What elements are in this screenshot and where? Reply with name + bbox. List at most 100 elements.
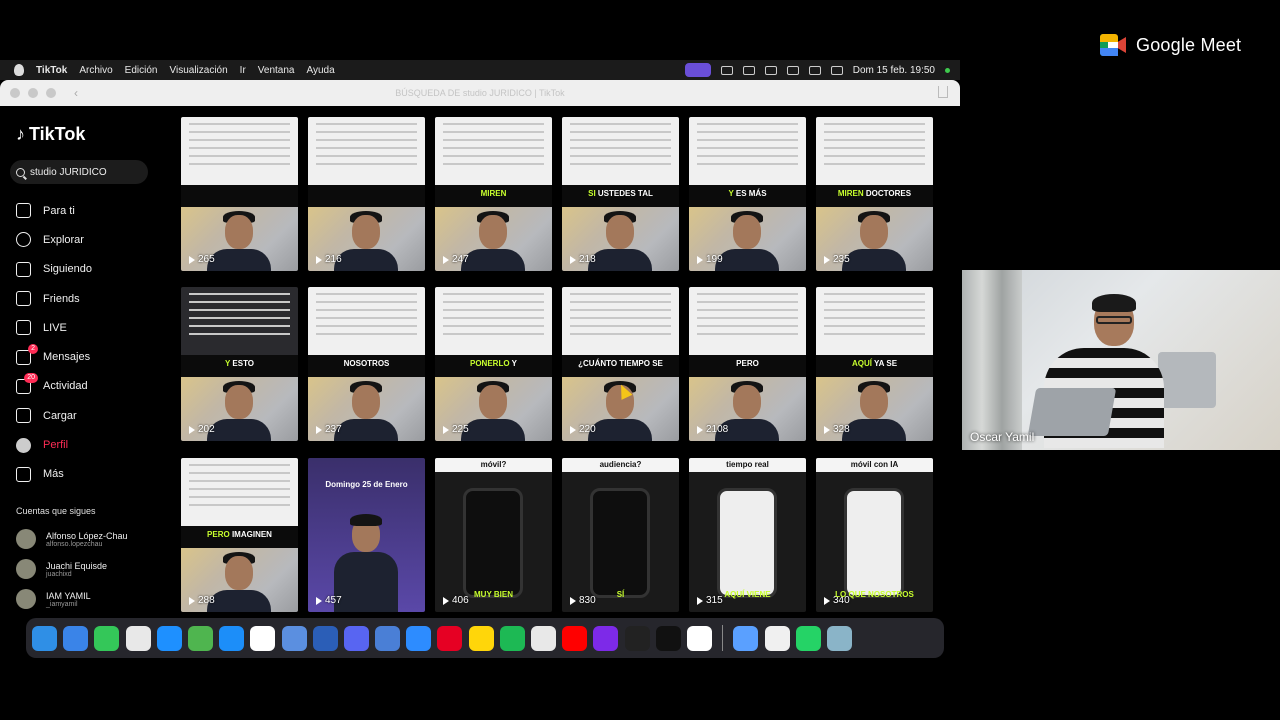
voice-memo-icon[interactable]: [624, 625, 650, 651]
video-card[interactable]: AQUÍ YA SE 328: [816, 287, 933, 441]
sidebar-item-siguiendo[interactable]: Siguiendo: [16, 255, 92, 284]
participant-video-tile[interactable]: Oscar Yamil: [962, 270, 1280, 450]
display-icon[interactable]: [720, 65, 733, 75]
youtube-icon[interactable]: [562, 625, 588, 651]
video-card[interactable]: MIREN DOCTORES 235: [816, 117, 933, 271]
video-card[interactable]: Y ESTO 202: [181, 287, 298, 441]
following-name: IAM YAMIL: [46, 590, 91, 601]
app-store-icon[interactable]: [219, 625, 245, 651]
tiktok-logo[interactable]: ♪ TikTok: [16, 124, 85, 145]
google-meet-logo-icon: [1100, 34, 1126, 56]
video-card[interactable]: móvil? 406 MUY BIEN: [435, 458, 552, 612]
video-caption: Domingo 25 de Enero: [325, 480, 408, 489]
video-card[interactable]: PERO 2108: [689, 287, 806, 441]
menu-edicion[interactable]: Edición: [125, 65, 158, 76]
menu-app-name[interactable]: TikTok: [36, 65, 67, 76]
zoom-icon[interactable]: [406, 625, 432, 651]
following-account[interactable]: IAM YAMIL _iamyamil: [16, 584, 128, 614]
sidebar-item-label: Friends: [43, 292, 80, 305]
video-card[interactable]: ¿CUÁNTO TIEMPO SE 220: [562, 287, 679, 441]
video-caption: tiempo real: [689, 458, 806, 472]
control-center-icon[interactable]: [830, 65, 843, 75]
share-icon[interactable]: [938, 86, 948, 98]
menu-clock[interactable]: Dom 15 feb. 19:50: [853, 65, 935, 76]
messages-icon[interactable]: [94, 625, 120, 651]
sidebar-item-para-ti[interactable]: Para ti: [16, 196, 92, 225]
view-count-value: 237: [325, 424, 342, 435]
screen-share-icon[interactable]: [684, 63, 711, 77]
video-card[interactable]: Y ES MÁS 199: [689, 117, 806, 271]
view-count: 202: [189, 424, 215, 435]
whatsapp-icon[interactable]: [795, 625, 821, 651]
upload-icon: [16, 408, 31, 424]
xcode-icon[interactable]: [281, 625, 307, 651]
launchpad-icon[interactable]: [125, 625, 151, 651]
view-count: 218: [570, 254, 596, 265]
tiktok-logo-text: TikTok: [29, 124, 86, 144]
spotlight-icon[interactable]: [786, 65, 799, 75]
following-account[interactable]: Juachi Equisde juachixd: [16, 554, 128, 584]
sidebar-item-live[interactable]: LIVE: [16, 313, 92, 342]
sidebar-item-mensajes[interactable]: 2 Mensajes: [16, 342, 92, 371]
chrome-icon[interactable]: [531, 625, 556, 651]
wifi-icon[interactable]: [742, 65, 755, 75]
sidebar-item-friends[interactable]: Friends: [16, 284, 92, 313]
view-count-value: 199: [706, 254, 723, 265]
sidebar-item-actividad[interactable]: 20 Actividad: [16, 372, 92, 401]
following-account[interactable]: Alfonso López-Chau alfonso.lopezchau: [16, 524, 128, 554]
recording-indicator-icon: [945, 67, 950, 73]
sidebar-item-más[interactable]: Más: [16, 460, 92, 489]
search-input[interactable]: studio JURIDICO: [10, 160, 148, 184]
finder-icon[interactable]: [32, 625, 57, 651]
view-count: 225: [443, 424, 469, 435]
tiktok-icon[interactable]: [655, 625, 681, 651]
sidebar-item-perfil[interactable]: Perfil: [16, 430, 92, 459]
video-card[interactable]: NOSOTROS 237: [308, 287, 425, 441]
mail-icon[interactable]: [63, 625, 89, 651]
video-card[interactable]: tiempo real 315 AQUÍ VIENE: [689, 458, 806, 612]
video-card[interactable]: audiencia? 830 SÍ: [562, 458, 679, 612]
word-icon[interactable]: [312, 625, 338, 651]
video-card[interactable]: 216: [308, 117, 425, 271]
menu-visualizacion[interactable]: Visualización: [169, 65, 227, 76]
canva-icon[interactable]: [593, 625, 619, 651]
spotify-icon[interactable]: [499, 625, 525, 651]
video-card[interactable]: 265: [181, 117, 298, 271]
video-caption: Y ESTO: [224, 359, 255, 368]
play-icon: [570, 425, 576, 434]
menu-ayuda[interactable]: Ayuda: [307, 65, 335, 76]
video-card[interactable]: PONERLO Y 225: [435, 287, 552, 441]
live-icon: [16, 320, 31, 336]
pinterest-icon[interactable]: [437, 625, 463, 651]
assistant-icon[interactable]: [733, 625, 759, 651]
notes-icon[interactable]: [468, 625, 494, 651]
safari-icon[interactable]: [156, 625, 182, 651]
video-caption: SI USTEDES TAL: [588, 189, 653, 198]
sidebar-item-cargar[interactable]: Cargar: [16, 401, 92, 430]
battery-icon[interactable]: [764, 65, 777, 75]
apple-icon[interactable]: [14, 64, 24, 76]
view-count-value: 328: [833, 424, 850, 435]
reminders-icon[interactable]: [764, 625, 790, 651]
menu-archivo[interactable]: Archivo: [79, 65, 112, 76]
menu-ventana[interactable]: Ventana: [258, 65, 295, 76]
video-caption: móvil?: [435, 458, 552, 472]
video-card[interactable]: MIREN 247: [435, 117, 552, 271]
trash-icon[interactable]: [826, 625, 852, 651]
video-card[interactable]: móvil con IA 340 LO QUE NOSOTROS: [816, 458, 933, 612]
maps-icon[interactable]: [187, 625, 213, 651]
utp-icon[interactable]: [250, 625, 276, 651]
sidebar-item-explorar[interactable]: Explorar: [16, 225, 92, 254]
capcut-icon[interactable]: [686, 625, 712, 651]
following-username: juachixd: [46, 570, 72, 578]
video-card[interactable]: Domingo 25 de Enero 457: [308, 458, 425, 612]
view-count: 2108: [697, 424, 728, 435]
files-icon[interactable]: [375, 625, 401, 651]
window-title: BÚSQUEDA DE studio JURIDICO | TikTok: [395, 88, 565, 98]
video-card[interactable]: PERO IMAGINEN 288: [181, 458, 298, 612]
discord-icon[interactable]: [343, 625, 369, 651]
video-card[interactable]: SI USTEDES TAL 218: [562, 117, 679, 271]
window-titlebar: ‹ BÚSQUEDA DE studio JURIDICO | TikTok: [0, 80, 960, 106]
siri-icon[interactable]: [808, 65, 821, 75]
menu-ir[interactable]: Ir: [240, 65, 246, 76]
